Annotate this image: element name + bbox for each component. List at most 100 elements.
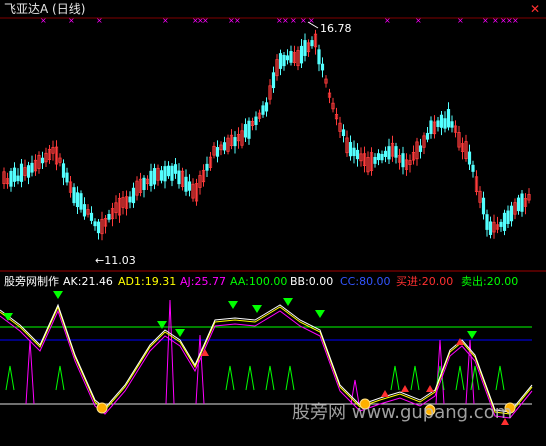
low-price-value: 11.03 (104, 254, 136, 267)
candle-body (485, 214, 489, 230)
indicator-aa: AA:100.00 (230, 275, 288, 288)
candle-body (443, 118, 447, 129)
marker-x: × (162, 16, 169, 25)
candle-body (170, 165, 174, 181)
candle-body (233, 137, 237, 147)
indicator-ad1: AD1:19.31 (118, 275, 177, 288)
candle-body (499, 221, 503, 227)
candle-body (152, 168, 157, 185)
candle-body (471, 164, 475, 172)
indicator-ak: AK:21.46 (63, 275, 113, 288)
sell-spike (390, 365, 400, 391)
candle-body (289, 51, 293, 63)
candle-body (243, 124, 248, 138)
candle-body (65, 172, 69, 183)
aj-spike (165, 299, 175, 405)
candle-body (355, 149, 360, 160)
candle-body (142, 177, 146, 190)
candle-body (481, 197, 486, 215)
buy-arrow-icon (401, 385, 409, 392)
candle-body (446, 109, 451, 128)
candle-body (502, 212, 507, 231)
indicator-sell: 卖出:20.00 (461, 275, 519, 288)
candle-body (282, 54, 286, 67)
candle-body (341, 129, 346, 137)
sell-spike (55, 365, 65, 391)
marker-x: × (492, 16, 499, 25)
candle-body (16, 175, 20, 182)
candle-body (488, 221, 493, 235)
candle-body (107, 213, 111, 220)
candle-body (72, 187, 76, 204)
candle-body (317, 49, 321, 65)
candle-body (75, 192, 80, 208)
marker-x: × (68, 16, 75, 25)
marker-x: × (96, 16, 103, 25)
marker-x: × (457, 16, 464, 25)
indicator-buy: 买进:20.00 (396, 275, 454, 288)
sell-arrow-icon (252, 305, 262, 313)
high-price-label: 16.78 (320, 22, 352, 35)
marker-x: × (290, 16, 297, 25)
window-title: 飞亚达A (日线) (4, 2, 86, 16)
candle-body (467, 151, 472, 165)
close-icon[interactable]: ✕ (530, 3, 540, 16)
candle-body (163, 166, 167, 182)
candle-body (278, 53, 283, 69)
low-annotation: ←11.03 (95, 254, 136, 267)
sell-spike (265, 365, 275, 391)
candle-body (93, 221, 97, 227)
candle-body (383, 150, 388, 157)
candle-body (320, 63, 325, 71)
candle-body (303, 40, 307, 56)
candle-body (187, 181, 192, 191)
low-price-label: ←11.03 (95, 254, 136, 267)
sell-spike (410, 365, 420, 391)
candle-body (96, 221, 101, 234)
candle-body (30, 162, 34, 173)
candle-body (19, 163, 24, 182)
candle-body (184, 176, 188, 192)
aj-spike (25, 339, 35, 405)
candle-body (520, 193, 524, 212)
candle-body (380, 153, 384, 161)
sell-arrow-icon (53, 291, 63, 299)
sell-spike (245, 365, 255, 391)
marker-x: × (202, 16, 209, 25)
candle-body (436, 120, 440, 127)
buy-arrow-icon (381, 390, 389, 397)
marker-x: × (282, 16, 289, 25)
sell-spike (5, 365, 15, 391)
sell-arrow-icon (228, 301, 238, 309)
candle-body (26, 165, 31, 178)
candle-body (40, 157, 45, 164)
candle-body (376, 153, 381, 161)
candle-body (89, 212, 94, 221)
sell-spike (495, 365, 505, 391)
marker-x: × (234, 16, 241, 25)
candle-body (271, 72, 276, 89)
candle-body (177, 170, 181, 185)
candle-body (254, 116, 258, 125)
candle-body (506, 210, 510, 225)
sell-spike (225, 365, 235, 391)
indicator-aj: AJ:25.77 (180, 275, 226, 288)
marker-x: × (40, 16, 47, 25)
candle-body (509, 205, 514, 222)
watermark: 股旁网 www.gupang.com (292, 402, 513, 423)
sell-arrow-icon (157, 321, 167, 329)
candle-body (82, 204, 87, 217)
candle-body (387, 146, 391, 160)
candle-body (79, 193, 83, 210)
chart-canvas: × × × × ××× × × × × × × × × × × × × × × × 16.78 ←11.03 (0, 16, 546, 425)
candlesticks (2, 29, 531, 241)
sell-spike (455, 365, 465, 391)
candle-body (394, 146, 398, 158)
candle-body (439, 114, 444, 128)
indicator-name: 股旁网制作 (4, 275, 59, 288)
candle-body (261, 105, 265, 115)
top-markers: × × × × ××× × × × × × × × × × × × × × × × (40, 16, 519, 25)
candle-body (247, 120, 251, 139)
candle-body (222, 142, 227, 151)
sell-arrow-icon (467, 331, 477, 339)
